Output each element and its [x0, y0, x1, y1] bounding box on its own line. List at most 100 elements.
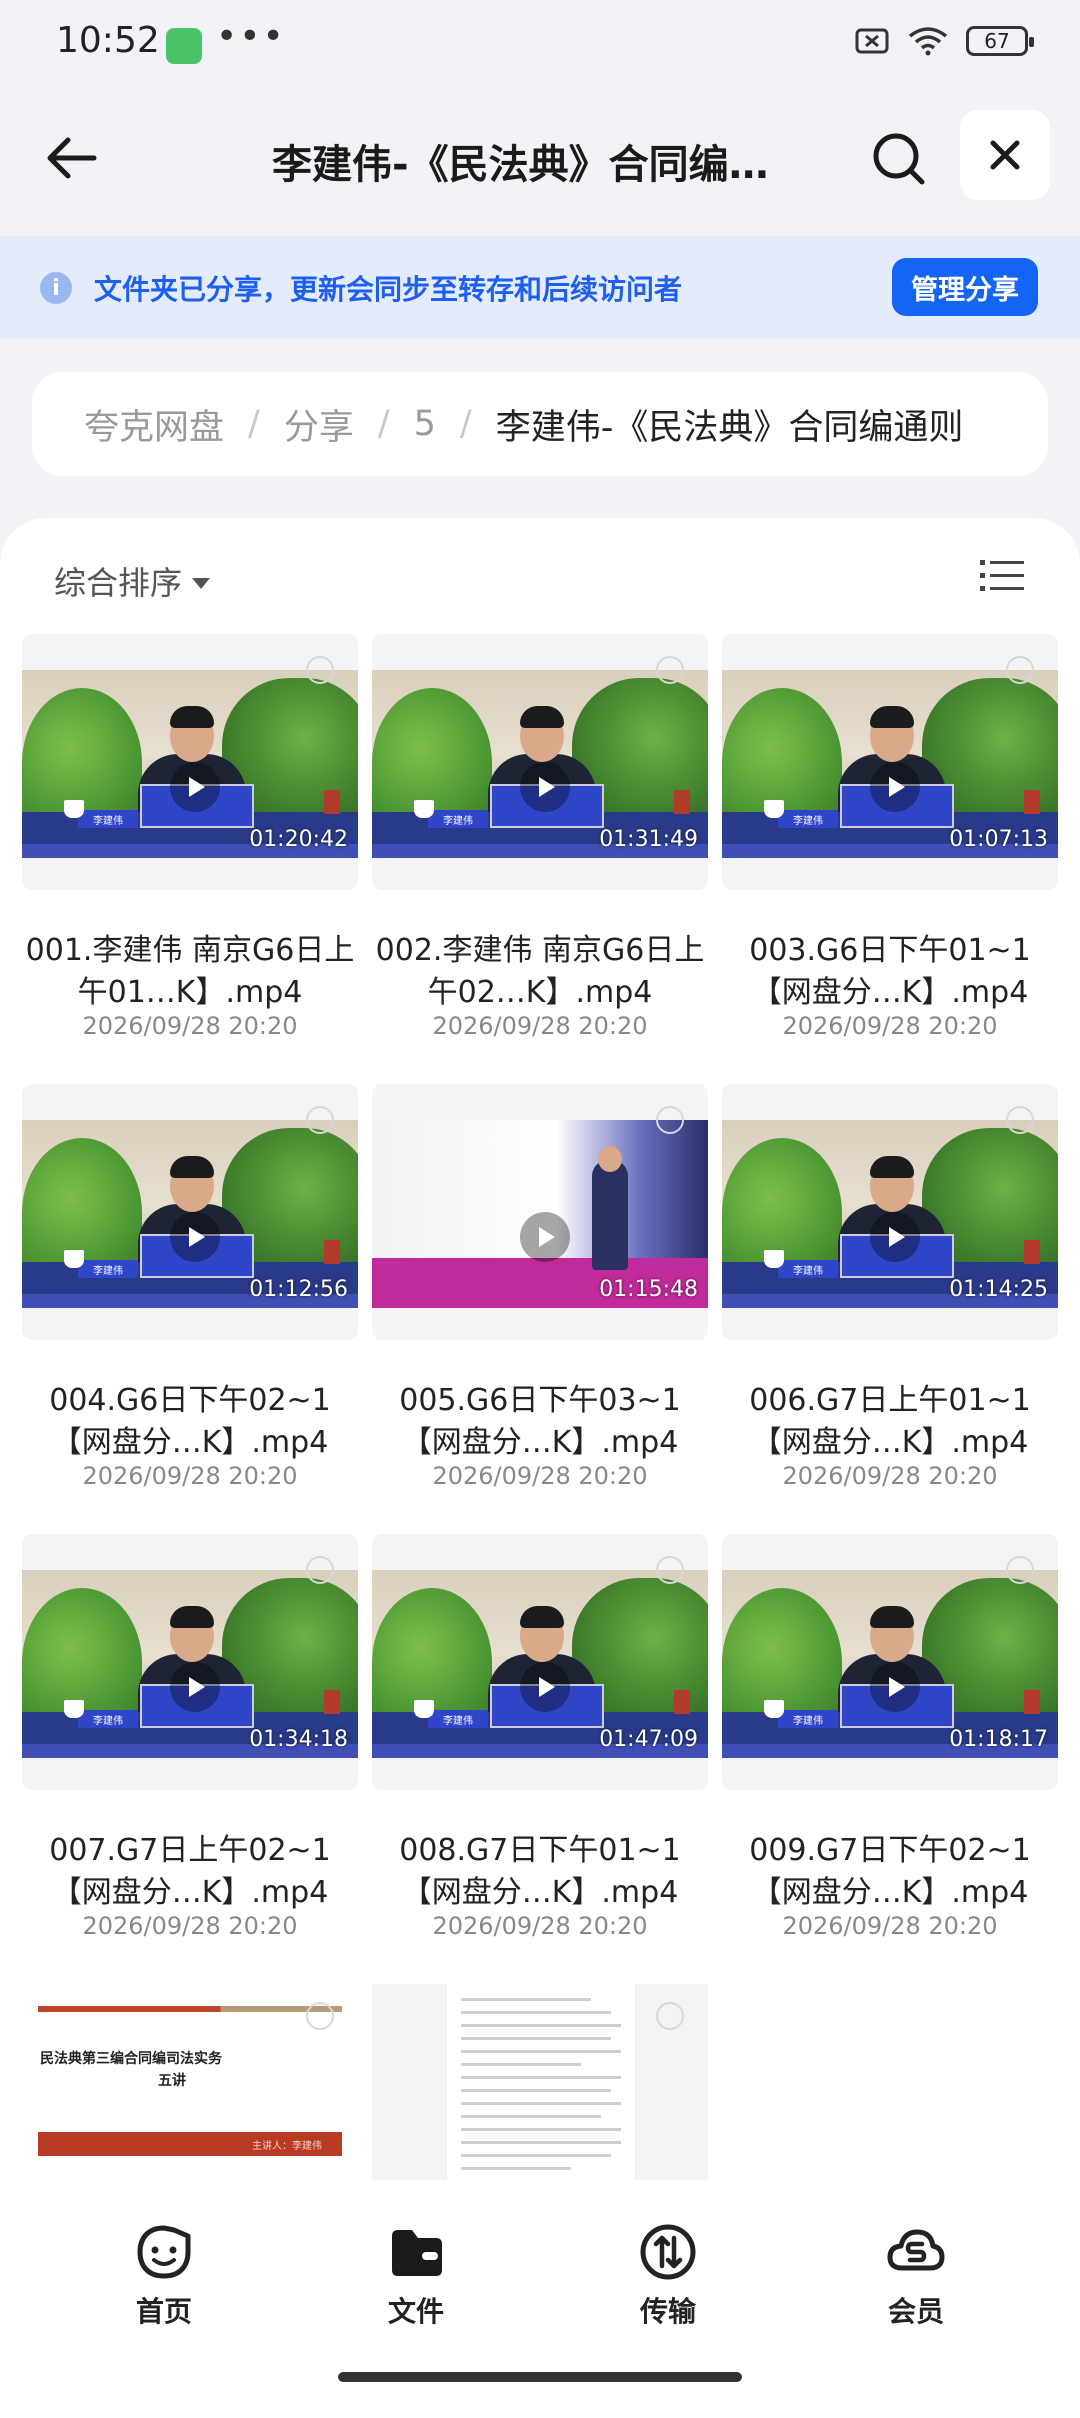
video-thumbnail-frame: 李建伟 01:14:25 — [722, 1084, 1058, 1340]
breadcrumb-current: 李建伟-《民法典》合同编通则 — [495, 407, 964, 448]
video-thumbnail-frame: 李建伟 01:20:42 — [22, 634, 358, 890]
video-thumbnail: 李建伟 01:18:17 — [722, 1570, 1058, 1758]
name-plate: 李建伟 — [428, 1710, 488, 1728]
file-date: 2026/09/28 20:20 — [432, 1912, 648, 1940]
file-name: 007.G7日上午02~1【网盘分…K】.mp4 — [49, 1833, 331, 1910]
share-notice-text: 文件夹已分享，更新会同步至转存和后续访问者 — [94, 273, 683, 306]
play-icon — [520, 1662, 570, 1712]
caret-down-icon — [192, 577, 211, 589]
gesture-home-bar — [338, 2372, 742, 2382]
name-plate: 李建伟 — [78, 1710, 138, 1728]
select-checkbox[interactable] — [1006, 656, 1034, 684]
document-page — [446, 1984, 636, 2194]
play-icon — [520, 762, 570, 812]
nav-files[interactable]: 文件 — [356, 2222, 476, 2330]
more-notifications-icon: ••• — [216, 16, 286, 57]
video-thumbnail-frame: 李建伟 01:18:17 — [722, 1534, 1058, 1790]
video-duration: 01:18:17 — [949, 1727, 1048, 1752]
video-thumbnail: 01:15:48 — [372, 1120, 708, 1308]
doc-presenter: 主讲人：李建伟 — [252, 2140, 322, 2152]
page-title: 李建伟-《民法典》合同编… — [272, 142, 769, 188]
play-icon — [870, 762, 920, 812]
share-notice-banner: i 文件夹已分享，更新会同步至转存和后续访问者 管理分享 — [0, 236, 1080, 338]
file-date: 2026/09/28 20:20 — [82, 1462, 298, 1490]
file-name: 001.李建伟 南京G6日上午01…K】.mp4 — [25, 933, 355, 1010]
status-time: 10:52 — [56, 20, 160, 61]
select-checkbox[interactable] — [306, 1556, 334, 1584]
file-date: 2026/09/28 20:20 — [82, 1912, 298, 1940]
video-thumbnail: 李建伟 01:20:42 — [22, 670, 358, 858]
bottom-nav: 首页 文件 传输 会员 — [0, 2180, 1080, 2328]
close-button[interactable] — [960, 110, 1050, 200]
search-button[interactable] — [866, 126, 930, 190]
play-icon — [520, 1212, 570, 1262]
name-plate: 李建伟 — [428, 810, 488, 828]
file-name: 005.G6日下午03~1【网盘分…K】.mp4 — [399, 1383, 681, 1460]
video-thumbnail: 李建伟 01:14:25 — [722, 1120, 1058, 1308]
file-name: 002.李建伟 南京G6日上午02…K】.mp4 — [375, 933, 705, 1010]
play-icon — [170, 1662, 220, 1712]
file-date: 2026/09/28 20:20 — [782, 1012, 998, 1040]
breadcrumb-item-share[interactable]: 分享 — [284, 399, 354, 450]
file-name: 006.G7日上午01~1【网盘分…K】.mp4 — [749, 1383, 1031, 1460]
nav-home[interactable]: 首页 — [104, 2222, 224, 2330]
breadcrumb: 夸克网盘 / 分享 / 5 / 李建伟-《民法典》合同编通则 — [32, 372, 1048, 476]
doc-presenter-bar: 主讲人：李建伟 — [38, 2132, 342, 2156]
file-name: 009.G7日下午02~1【网盘分…K】.mp4 — [749, 1833, 1031, 1910]
video-duration: 01:47:09 — [599, 1727, 698, 1752]
folder-icon — [392, 2230, 442, 2276]
name-plate: 李建伟 — [778, 1260, 838, 1278]
nav-transfer[interactable]: 传输 — [608, 2222, 728, 2330]
wifi-icon — [908, 27, 948, 56]
select-checkbox[interactable] — [1006, 1556, 1034, 1584]
video-duration: 01:07:13 — [949, 827, 1048, 852]
battery-icon: 67 — [966, 26, 1034, 56]
doc-title: 民法典第三编合同编司法实务 — [40, 2051, 222, 2067]
breadcrumb-item-quark-drive[interactable]: 夸克网盘 — [84, 399, 224, 450]
file-date: 2026/09/28 20:20 — [782, 1912, 998, 1940]
header: 李建伟-《民法典》合同编… — [0, 104, 1080, 214]
file-name: 003.G6日下午01~1【网盘分…K】.mp4 — [749, 933, 1031, 1010]
video-thumbnail: 李建伟 01:34:18 — [22, 1570, 358, 1758]
select-checkbox[interactable] — [306, 1106, 334, 1134]
name-plate: 李建伟 — [78, 810, 138, 828]
select-checkbox[interactable] — [306, 656, 334, 684]
breadcrumb-separator: / — [248, 404, 260, 444]
select-checkbox[interactable] — [656, 1106, 684, 1134]
select-checkbox[interactable] — [656, 1556, 684, 1584]
select-checkbox[interactable] — [656, 656, 684, 684]
select-checkbox[interactable] — [1006, 1106, 1034, 1134]
list-view-icon[interactable] — [980, 558, 1024, 594]
select-checkbox[interactable] — [306, 2002, 334, 2030]
video-duration: 01:15:48 — [599, 1277, 698, 1302]
video-thumbnail-frame: 李建伟 01:12:56 — [22, 1084, 358, 1340]
back-button[interactable] — [40, 126, 104, 190]
sort-dropdown[interactable]: 综合排序 — [54, 558, 211, 604]
info-icon: i — [40, 272, 72, 304]
video-duration: 01:20:42 — [249, 827, 348, 852]
name-plate: 李建伟 — [778, 1710, 838, 1728]
status-icons: 67 — [854, 26, 1034, 56]
video-thumbnail-frame: 01:15:48 — [372, 1084, 708, 1340]
select-checkbox[interactable] — [656, 2002, 684, 2030]
sim-off-icon — [855, 28, 889, 54]
close-icon — [990, 140, 1020, 170]
nav-member[interactable]: 会员 — [856, 2222, 976, 2330]
nav-transfer-label: 传输 — [639, 2295, 696, 2328]
video-thumbnail-frame: 李建伟 01:47:09 — [372, 1534, 708, 1790]
video-duration: 01:31:49 — [599, 827, 698, 852]
breadcrumb-separator: / — [459, 404, 472, 444]
manage-share-button[interactable]: 管理分享 — [892, 258, 1038, 316]
document-thumbnail: 民法典第三编合同编司法实务 五讲 主讲人：李建伟 — [22, 1984, 358, 2194]
nav-member-label: 会员 — [887, 2295, 944, 2328]
file-name: 004.G6日下午02~1【网盘分…K】.mp4 — [49, 1383, 331, 1460]
file-date: 2026/09/28 20:20 — [432, 1012, 648, 1040]
sort-label: 综合排序 — [54, 564, 183, 602]
back-arrow-icon — [47, 137, 97, 179]
breadcrumb-item-5[interactable]: 5 — [414, 404, 436, 444]
video-thumbnail: 李建伟 01:07:13 — [722, 670, 1058, 858]
video-thumbnail-frame: 李建伟 01:07:13 — [722, 634, 1058, 890]
status-bar: 10:52 ••• 67 — [0, 0, 1080, 96]
file-name: 008.G7日下午01~1【网盘分…K】.mp4 — [399, 1833, 681, 1910]
video-thumbnail: 李建伟 01:31:49 — [372, 670, 708, 858]
